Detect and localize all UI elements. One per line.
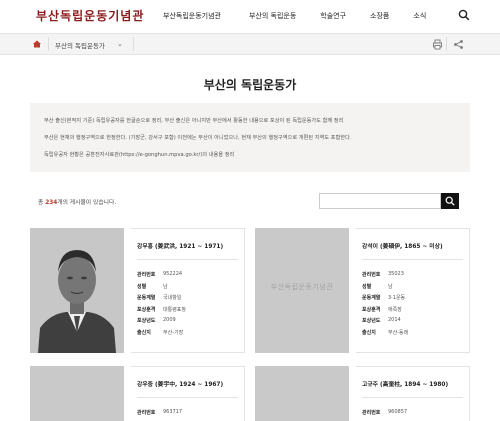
field-label: 포상훈격 bbox=[362, 306, 381, 313]
search-input[interactable] bbox=[319, 193, 441, 209]
info-note: 독립유공자 현황은 공훈전자사료관(https://e-gonghun.mpva… bbox=[44, 152, 235, 158]
activist-card[interactable]: 강무홍 (姜武洪, 1921 ~ 1971) 관리번호 952224 성별 남 운동… bbox=[30, 228, 245, 353]
location-bar: 부산의 독립운동가 ⌄ bbox=[0, 33, 500, 55]
field-label: 포상훈격 bbox=[137, 306, 156, 313]
share-button[interactable] bbox=[453, 39, 464, 50]
field-label: 포상년도 bbox=[362, 318, 381, 324]
share-icon bbox=[454, 40, 463, 49]
field-value: 2014 bbox=[388, 317, 401, 323]
field-value: 952224 bbox=[163, 271, 183, 277]
divider bbox=[48, 37, 49, 51]
activist-card[interactable]: 부산독립운동기념관 강석이 (姜碩伊, 1865 ~ 미상) 관리번호 35023… bbox=[255, 228, 470, 353]
divider bbox=[137, 259, 238, 260]
site-header: 부산독립운동기념관 부산독립운동기념관 부산의 독립운동 학술연구 소장품 소식 bbox=[0, 0, 500, 32]
nav-item-collection[interactable]: 소장품 bbox=[370, 11, 389, 21]
divider bbox=[446, 37, 447, 51]
activist-name[interactable]: 고규주 (高奎柱, 1894 ~ 1980) bbox=[362, 379, 448, 388]
field-label: 출신지 bbox=[137, 329, 151, 336]
home-icon bbox=[33, 40, 41, 48]
chevron-down-icon[interactable]: ⌄ bbox=[117, 40, 123, 48]
home-button[interactable] bbox=[31, 38, 43, 50]
activist-name[interactable]: 강석이 (姜碩伊, 1865 ~ 미상) bbox=[362, 241, 443, 250]
activist-name[interactable]: 강무홍 (姜武洪, 1921 ~ 1971) bbox=[137, 241, 223, 250]
activist-card[interactable]: 강우중 (姜宇中, 1924 ~ 1967) 관리번호 963717 bbox=[30, 366, 245, 421]
info-notice-box: 부산 출신(본적지 기준) 독립유공자를 한글순으로 정리, 부산 출신은 아니… bbox=[30, 103, 470, 172]
location-current[interactable]: 부산의 독립운동가 bbox=[55, 40, 105, 50]
field-value: 963717 bbox=[163, 409, 183, 415]
count-prefix: 총 bbox=[38, 200, 44, 206]
field-label: 관리번호 bbox=[362, 410, 381, 416]
activist-photo-placeholder[interactable] bbox=[30, 366, 124, 421]
nav-item-memorial[interactable]: 부산독립운동기념관 bbox=[163, 11, 221, 21]
nav-item-independence[interactable]: 부산의 독립운동 bbox=[249, 11, 296, 21]
print-icon bbox=[433, 39, 442, 50]
search-icon bbox=[445, 196, 455, 206]
nav-item-news[interactable]: 소식 bbox=[413, 11, 426, 21]
activist-info: 고규주 (高奎柱, 1894 ~ 1980) 관리번호 960857 bbox=[356, 366, 470, 421]
search-icon bbox=[458, 9, 470, 21]
info-note: 부산 출신(본적지 기준) 독립유공자를 한글순으로 정리, 부산 출신은 아니… bbox=[44, 118, 344, 124]
activist-info: 강무홍 (姜武洪, 1921 ~ 1971) 관리번호 952224 성별 남 운동… bbox=[131, 228, 245, 353]
field-value: 남 bbox=[388, 283, 393, 290]
activist-photo-placeholder[interactable]: 부산독립운동기념관 bbox=[255, 228, 349, 353]
activist-info: 강우중 (姜宇中, 1924 ~ 1967) 관리번호 963717 bbox=[131, 366, 245, 421]
field-value: 국내항일 bbox=[163, 295, 182, 301]
page-title: 부산의 독립운동가 bbox=[203, 78, 297, 92]
field-label: 성별 bbox=[137, 283, 147, 290]
field-value: 960857 bbox=[388, 409, 408, 415]
divider bbox=[133, 37, 134, 51]
site-logo[interactable]: 부산독립운동기념관 bbox=[36, 7, 144, 24]
field-value: 부산-동래 bbox=[388, 329, 409, 336]
print-button[interactable] bbox=[432, 39, 443, 50]
field-label: 관리번호 bbox=[137, 272, 156, 278]
placeholder-logo: 부산독립운동기념관 bbox=[270, 283, 334, 291]
field-value: 남 bbox=[163, 283, 168, 290]
divider bbox=[137, 397, 238, 398]
field-value: 대통령표창 bbox=[163, 306, 187, 313]
divider bbox=[362, 259, 463, 260]
field-value: 애족장 bbox=[388, 306, 402, 313]
activist-photo[interactable] bbox=[30, 228, 124, 353]
activist-photo-placeholder[interactable] bbox=[255, 366, 349, 421]
nav-item-research[interactable]: 학술연구 bbox=[320, 11, 346, 21]
main-nav: 부산독립운동기념관 부산의 독립운동 학술연구 소장품 소식 bbox=[163, 11, 450, 21]
info-note: 부산은 현재의 행정구역으로 한정한다. (기장군, 강서구 포함) 이전에는 … bbox=[44, 135, 352, 141]
count-suffix: 개의 게시물이 있습니다. bbox=[57, 200, 117, 206]
activist-name[interactable]: 강우중 (姜宇中, 1924 ~ 1967) bbox=[137, 379, 223, 388]
field-label: 운동계열 bbox=[362, 295, 381, 301]
portrait-image bbox=[30, 228, 124, 353]
post-count: 총 234개의 게시물이 있습니다. bbox=[38, 197, 116, 206]
search-submit-button[interactable] bbox=[441, 193, 459, 209]
header-search-button[interactable] bbox=[458, 9, 470, 21]
field-label: 관리번호 bbox=[362, 272, 381, 278]
activist-card[interactable]: 고규주 (高奎柱, 1894 ~ 1980) 관리번호 960857 bbox=[255, 366, 470, 421]
field-value: 3·1운동 bbox=[388, 295, 406, 301]
field-label: 관리번호 bbox=[137, 410, 156, 416]
field-value: 2009 bbox=[163, 317, 176, 323]
activist-info: 강석이 (姜碩伊, 1865 ~ 미상) 관리번호 35023 성별 남 운동계열 3… bbox=[356, 228, 470, 353]
count-number: 234 bbox=[45, 200, 58, 206]
field-value: 부산-기장 bbox=[163, 329, 184, 336]
field-label: 성별 bbox=[362, 283, 372, 290]
divider bbox=[362, 397, 463, 398]
field-label: 운동계열 bbox=[137, 295, 156, 301]
field-label: 출신지 bbox=[362, 329, 376, 336]
field-label: 포상년도 bbox=[137, 318, 156, 324]
field-value: 35023 bbox=[388, 271, 404, 277]
